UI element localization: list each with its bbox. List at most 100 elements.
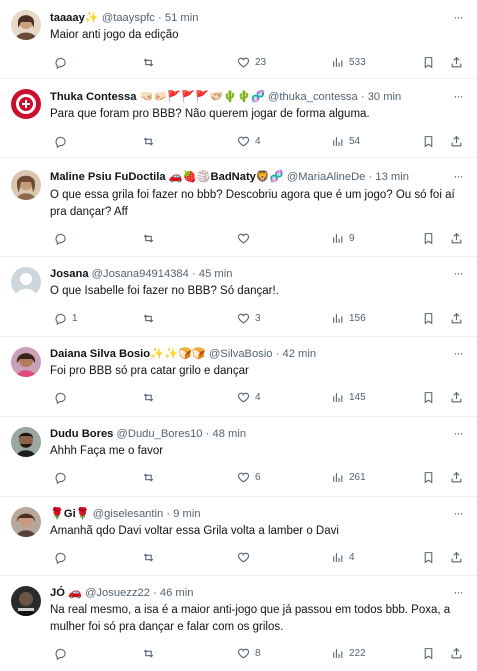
share-button[interactable] bbox=[450, 53, 463, 71]
bookmark-button[interactable] bbox=[422, 644, 435, 662]
timestamp[interactable]: 9 min bbox=[173, 508, 200, 520]
bookmark-button[interactable] bbox=[422, 309, 435, 327]
like-button[interactable]: 4 bbox=[237, 132, 261, 150]
tweet[interactable]: Thuka Contessa 🤜🏻🤛🏻🚩🚩🚩🫱🏻‍🫲🏼🌵🌵🧬 @thuka_co… bbox=[0, 79, 477, 158]
reply-button[interactable] bbox=[54, 53, 72, 71]
username[interactable]: @thuka_contessa bbox=[268, 91, 358, 103]
like-button[interactable]: 3 bbox=[237, 309, 261, 327]
share-button[interactable] bbox=[450, 644, 463, 662]
display-name[interactable]: Daiana Silva Bosio✨✨🍞🍞 bbox=[50, 348, 206, 360]
username[interactable]: @giselesantin bbox=[93, 508, 163, 520]
reply-button[interactable] bbox=[54, 388, 72, 406]
reply-button[interactable] bbox=[54, 132, 72, 150]
tweet-header: Maline Psiu FuDoctila 🚗🍓🏐BadNaty🦁🧬 @Mari… bbox=[50, 169, 451, 185]
more-icon[interactable]: ··· bbox=[451, 585, 465, 601]
retweet-button[interactable] bbox=[142, 548, 160, 566]
display-name[interactable]: JÓ 🚗 bbox=[50, 587, 82, 599]
display-name[interactable]: Maline Psiu FuDoctila 🚗🍓🏐BadNaty🦁🧬 bbox=[50, 171, 284, 183]
separator: · bbox=[153, 587, 157, 599]
more-icon[interactable]: ··· bbox=[451, 89, 465, 105]
share-button[interactable] bbox=[450, 309, 463, 327]
avatar[interactable] bbox=[11, 170, 41, 200]
username[interactable]: @MariaAlineDe bbox=[287, 171, 366, 183]
reply-button[interactable] bbox=[54, 229, 72, 247]
avatar[interactable] bbox=[11, 10, 41, 40]
views-button[interactable]: 4 bbox=[331, 548, 355, 566]
retweet-button[interactable] bbox=[142, 229, 160, 247]
retweet-button[interactable] bbox=[142, 309, 160, 327]
bookmark-button[interactable] bbox=[422, 548, 435, 566]
retweet-button[interactable] bbox=[142, 468, 160, 486]
tweet[interactable]: Daiana Silva Bosio✨✨🍞🍞 @SilvaBosio · 42 … bbox=[0, 337, 477, 417]
like-button[interactable]: 6 bbox=[237, 468, 261, 486]
views-button[interactable]: 533 bbox=[331, 53, 366, 71]
share-button[interactable] bbox=[450, 132, 463, 150]
tweet[interactable]: JÓ 🚗 @Josuezz22 · 46 min ··· Na real mes… bbox=[0, 576, 477, 671]
bookmark-icon bbox=[424, 551, 433, 563]
views-button[interactable]: 222 bbox=[331, 644, 366, 662]
views-button[interactable]: 145 bbox=[331, 388, 366, 406]
share-button[interactable] bbox=[450, 468, 463, 486]
avatar[interactable] bbox=[11, 267, 41, 297]
timestamp[interactable]: 45 min bbox=[199, 268, 233, 280]
timestamp[interactable]: 46 min bbox=[160, 587, 194, 599]
username[interactable]: @taayspfc bbox=[102, 12, 155, 24]
bookmark-button[interactable] bbox=[422, 229, 435, 247]
username[interactable]: @Dudu_Bores10 bbox=[117, 428, 203, 440]
avatar[interactable] bbox=[11, 586, 41, 616]
timestamp[interactable]: 13 min bbox=[375, 171, 409, 183]
more-icon[interactable]: ··· bbox=[451, 169, 465, 185]
tweet[interactable]: Josana @Josana94914384 · 45 min ··· O qu… bbox=[0, 257, 477, 337]
display-name[interactable]: Dudu Bores bbox=[50, 428, 113, 440]
username[interactable]: @SilvaBosio bbox=[209, 348, 273, 360]
views-button[interactable]: 156 bbox=[331, 309, 366, 327]
reply-button[interactable] bbox=[54, 468, 72, 486]
tweet[interactable]: Dudu Bores @Dudu_Bores10 · 48 min ··· Ah… bbox=[0, 417, 477, 497]
avatar[interactable] bbox=[11, 427, 41, 457]
reply-button[interactable] bbox=[54, 548, 72, 566]
views-button[interactable]: 261 bbox=[331, 468, 366, 486]
more-icon[interactable]: ··· bbox=[451, 10, 465, 26]
retweet-button[interactable] bbox=[142, 388, 160, 406]
avatar[interactable] bbox=[11, 347, 41, 377]
bookmark-button[interactable] bbox=[422, 132, 435, 150]
share-button[interactable] bbox=[450, 548, 463, 566]
more-icon[interactable]: ··· bbox=[451, 426, 465, 442]
tweet[interactable]: Maline Psiu FuDoctila 🚗🍓🏐BadNaty🦁🧬 @Mari… bbox=[0, 158, 477, 257]
timestamp[interactable]: 42 min bbox=[282, 348, 316, 360]
avatar[interactable] bbox=[11, 507, 41, 537]
display-name[interactable]: Josana bbox=[50, 268, 89, 280]
bookmark-button[interactable] bbox=[422, 53, 435, 71]
tweet[interactable]: taaaay✨ @taayspfc · 51 min ··· Maior ant… bbox=[0, 0, 477, 79]
username[interactable]: @Josuezz22 bbox=[85, 587, 150, 599]
timestamp[interactable]: 51 min bbox=[165, 12, 199, 24]
username[interactable]: @Josana94914384 bbox=[92, 268, 189, 280]
share-button[interactable] bbox=[450, 388, 463, 406]
display-name[interactable]: Thuka Contessa 🤜🏻🤛🏻🚩🚩🚩🫱🏻‍🫲🏼🌵🌵🧬 bbox=[50, 91, 265, 103]
retweet-button[interactable] bbox=[142, 644, 160, 662]
bookmark-button[interactable] bbox=[422, 468, 435, 486]
like-button[interactable] bbox=[237, 548, 255, 566]
reply-button[interactable] bbox=[54, 644, 72, 662]
tweet[interactable]: 🌹Gi🌹 @giselesantin · 9 min ··· Amanhã qd… bbox=[0, 497, 477, 576]
avatar[interactable] bbox=[11, 89, 41, 119]
display-name[interactable]: 🌹Gi🌹 bbox=[50, 508, 90, 520]
more-icon[interactable]: ··· bbox=[451, 266, 465, 282]
more-icon[interactable]: ··· bbox=[451, 506, 465, 522]
display-name[interactable]: taaaay✨ bbox=[50, 12, 99, 24]
share-button[interactable] bbox=[450, 229, 463, 247]
bookmark-button[interactable] bbox=[422, 388, 435, 406]
retweet-button[interactable] bbox=[142, 53, 160, 71]
like-button[interactable]: 4 bbox=[237, 388, 261, 406]
views-button[interactable]: 54 bbox=[331, 132, 360, 150]
more-icon[interactable]: ··· bbox=[451, 346, 465, 362]
timestamp[interactable]: 48 min bbox=[212, 428, 246, 440]
like-button[interactable] bbox=[237, 229, 255, 247]
separator: · bbox=[166, 508, 171, 520]
like-button[interactable]: 8 bbox=[237, 644, 261, 662]
like-button[interactable]: 23 bbox=[237, 53, 266, 71]
retweet-button[interactable] bbox=[142, 132, 160, 150]
timestamp[interactable]: 30 min bbox=[368, 91, 402, 103]
reply-button[interactable]: 1 bbox=[54, 309, 78, 327]
views-button[interactable]: 9 bbox=[331, 229, 355, 247]
